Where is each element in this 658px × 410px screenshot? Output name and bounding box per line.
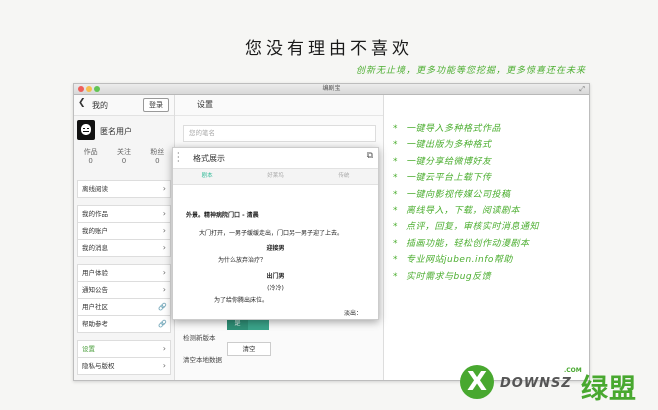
avatar[interactable] <box>77 120 95 140</box>
sidebar-item-community[interactable]: 用户社区 🔗 <box>77 298 171 315</box>
script-preview: 外景。精神病院门口 - 清晨 大门打开，一男子缓缓走出，门口另一男子迎了上去。 … <box>173 184 378 319</box>
anonymous-mask-icon <box>81 124 91 135</box>
site-watermark: X DOWNSZ .COM 绿盟 <box>452 357 658 410</box>
star-bullet-icon: * <box>393 173 398 184</box>
sidebar-item-my-messages[interactable]: 我的消息 › <box>77 239 171 257</box>
chevron-right-icon: › <box>162 285 166 294</box>
sidebar-item-help[interactable]: 帮助参考 🔗 <box>77 315 171 333</box>
tab-traditional[interactable]: 传统 <box>310 169 378 184</box>
settings-title: 设置 <box>175 95 383 116</box>
star-bullet-icon: * <box>393 255 398 266</box>
sidebar-item-my-works[interactable]: 我的作品 › <box>77 205 171 222</box>
subline: 创新无止境，更多功能等您挖掘，更多惊喜还在未来 <box>355 66 586 76</box>
window-title: 编剧宝 <box>322 85 341 92</box>
star-bullet-icon: * <box>393 271 398 282</box>
sidebar-item-settings[interactable]: 设置 › <box>77 340 171 357</box>
sidebar-header: ❮ 我的 登录 <box>74 95 174 116</box>
link-icon: 🔗 <box>158 303 167 311</box>
menu-group-community: 用户体验 › 通知公告 › 用户社区 🔗 帮助参考 🔗 <box>77 264 171 333</box>
format-preview-popup: · · · 格式展示 ⧉ 剧本 好莱坞 传统 外景。精神病院门口 - 清晨 大门打开… <box>172 147 379 320</box>
close-window-button[interactable] <box>78 86 84 92</box>
user-name: 匿名用户 <box>100 127 132 136</box>
sidebar-item-announcements[interactable]: 通知公告 › <box>77 281 171 298</box>
sidebar-item-user-experience[interactable]: 用户体验 › <box>77 264 171 281</box>
character-name-1: 迎接男 <box>266 245 285 252</box>
chevron-right-icon: › <box>162 268 166 277</box>
minimize-window-button[interactable] <box>86 86 92 92</box>
tab-hollywood[interactable]: 好莱坞 <box>241 169 309 184</box>
fullscreen-icon[interactable]: ⤢ <box>579 84 585 94</box>
clear-data-button[interactable]: 清空 <box>227 342 271 356</box>
link-icon: 🔗 <box>158 320 167 328</box>
chevron-right-icon: › <box>162 209 166 218</box>
chevron-right-icon: › <box>162 361 166 370</box>
feature-list: * 一键导入多种格式作品 * 一键出版为多种格式 * 一键分享给微博好友 * 一键云平台… <box>393 121 539 285</box>
watermark-cn: 绿盟 <box>581 374 637 405</box>
feature-item: * 点评，回复，审核实时消息通知 <box>393 222 540 233</box>
menu-group-offline: 离线阅读 › <box>77 180 171 198</box>
stat-following[interactable]: 关注 0 <box>117 148 131 166</box>
star-bullet-icon: * <box>393 140 398 151</box>
feature-item: * 专业网站juben.info帮助 <box>393 255 513 266</box>
sidebar: ❮ 我的 登录 匿名用户 作品 0 关注 0 粉丝 0 离线阅读 › 我的作品 › 我的账… <box>74 95 175 380</box>
action-line: 大门打开，一男子缓缓走出，门口另一男子迎了上去。 <box>199 230 344 237</box>
login-button[interactable]: 登录 <box>143 98 169 112</box>
sidebar-item-privacy[interactable]: 隐私与版权 › <box>77 357 171 375</box>
watermark-logo-icon: X <box>460 365 494 399</box>
sidebar-item-my-account[interactable]: 我的账户 › <box>77 222 171 239</box>
feature-item: * 插画功能，轻松创作动漫剧本 <box>393 238 530 249</box>
dialogue-1: 为什么放弃治疗？ <box>218 257 267 264</box>
stat-works[interactable]: 作品 0 <box>84 148 98 166</box>
sidebar-title: 我的 <box>92 101 108 110</box>
transition: 淡出： <box>344 310 363 317</box>
watermark-brand: DOWNSZ <box>500 376 572 391</box>
popup-title: 格式展示 <box>193 154 225 163</box>
format-tabs: 剧本 好莱坞 传统 <box>173 169 378 185</box>
back-arrow-icon[interactable]: ❮ <box>78 98 86 108</box>
scene-heading: 外景。精神病院门口 - 清晨 <box>186 212 259 219</box>
chevron-right-icon: › <box>162 226 166 235</box>
dialogue-2: 为了给你腾出床位。 <box>214 297 269 304</box>
feature-item: * 一键导入多种格式作品 <box>393 124 502 134</box>
tab-screenplay[interactable]: 剧本 <box>173 169 241 184</box>
feature-item: * 实时需求与bug反馈 <box>393 271 492 282</box>
headline: 您没有理由不喜欢 <box>245 39 413 59</box>
sidebar-item-offline-reading[interactable]: 离线阅读 › <box>77 180 171 198</box>
more-options-icon[interactable]: · · · <box>177 150 180 166</box>
feature-item: * 一键云平台上载下传 <box>393 173 492 184</box>
title-bar: 编剧宝 ⤢ <box>74 84 589 95</box>
star-bullet-icon: * <box>393 222 398 233</box>
clear-data-label: 清空本地数据 <box>183 356 222 364</box>
feature-item: * 离线导入，下载，阅读剧本 <box>393 205 521 216</box>
star-bullet-icon: * <box>393 238 398 249</box>
zoom-window-button[interactable] <box>94 86 100 92</box>
external-link-icon[interactable]: ⧉ <box>367 151 373 161</box>
check-version-label: 检测新版本 <box>183 334 216 342</box>
menu-group-account: 我的作品 › 我的账户 › 我的消息 › <box>77 205 171 257</box>
chevron-right-icon: › <box>162 344 166 353</box>
chevron-right-icon: › <box>162 243 166 252</box>
feature-item: * 一键向影视传媒公司投稿 <box>393 189 511 200</box>
star-bullet-icon: * <box>393 189 398 200</box>
feature-item: * 一键出版为多种格式 <box>393 140 492 151</box>
parenthetical: (冷冷) <box>267 285 284 292</box>
chevron-right-icon: › <box>162 184 166 193</box>
character-name-2: 出门男 <box>266 273 285 280</box>
menu-group-settings: 设置 › 隐私与版权 › <box>77 340 171 375</box>
pen-name-input[interactable]: 您的笔名 <box>183 125 376 142</box>
feature-item: * 一键分享给微博好友 <box>393 156 492 167</box>
user-stats: 作品 0 关注 0 粉丝 0 <box>74 148 174 166</box>
star-bullet-icon: * <box>393 205 398 216</box>
star-bullet-icon: * <box>393 124 398 134</box>
stat-followers[interactable]: 粉丝 0 <box>150 148 164 166</box>
popup-header: · · · 格式展示 ⧉ <box>173 148 378 169</box>
watermark-domain: .COM <box>564 367 582 374</box>
star-bullet-icon: * <box>393 156 398 167</box>
